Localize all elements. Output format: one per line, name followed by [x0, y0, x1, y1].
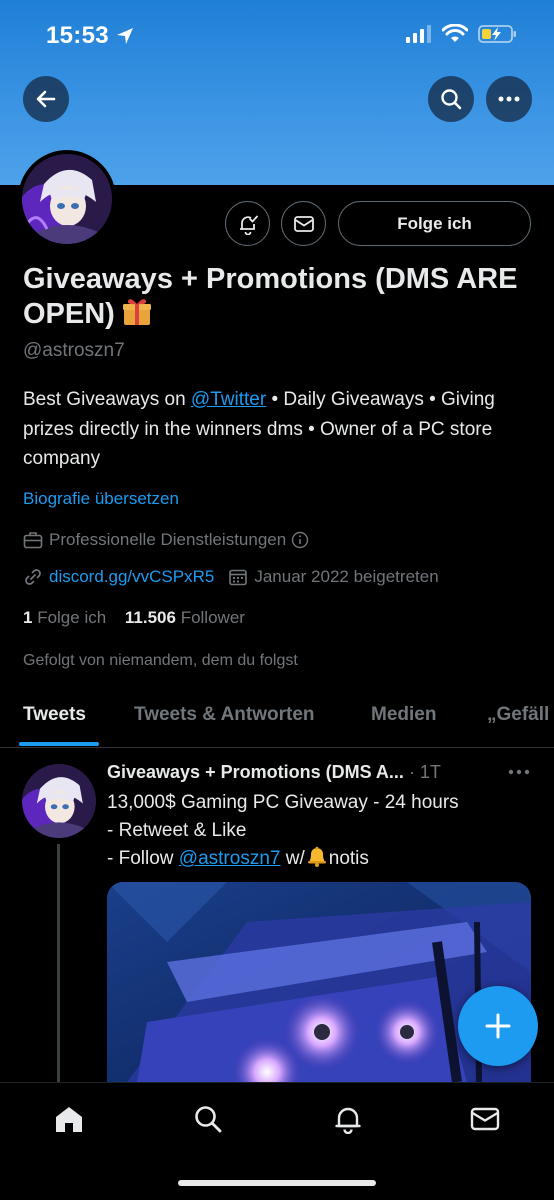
tweet-more-button[interactable] — [508, 762, 530, 780]
followers-count: 11.506 — [124, 608, 176, 627]
search-icon — [441, 89, 462, 110]
calendar-icon — [229, 569, 248, 586]
profile-stats: 1 Folge ich 11.506 Follower — [23, 608, 245, 628]
joined-date: Januar 2022 beigetreten — [254, 567, 439, 586]
nav-messages[interactable] — [467, 1101, 503, 1137]
message-button[interactable] — [281, 201, 326, 246]
display-name-text: Giveaways + Promotions (DMS ARE OPEN) — [23, 263, 518, 330]
bio-mention-link[interactable]: @Twitter — [191, 389, 266, 410]
briefcase-icon — [23, 532, 43, 549]
more-button[interactable] — [486, 76, 532, 122]
avatar-image — [22, 154, 112, 244]
tab-media[interactable]: Medien — [371, 704, 436, 726]
status-indicators — [406, 24, 518, 44]
following-stat[interactable]: 1 Folge ich — [23, 608, 106, 627]
back-button[interactable] — [23, 76, 69, 122]
home-indicator[interactable] — [178, 1180, 376, 1186]
tweet-author-name[interactable]: Giveaways + Promotions (DMS A... — [107, 762, 404, 782]
tweet-mention-link[interactable]: @astroszn7 — [179, 848, 281, 869]
tab-tweets[interactable]: Tweets — [23, 704, 86, 726]
cellular-signal-icon — [406, 25, 431, 43]
profile-avatar[interactable] — [18, 150, 116, 248]
tweet-header: Giveaways + Promotions (DMS A... · 1T — [107, 762, 502, 783]
tweet-line: - Retweet & Like — [107, 820, 247, 841]
thread-line — [57, 844, 60, 1084]
bell-check-icon — [239, 215, 258, 235]
gift-emoji — [122, 299, 151, 325]
plus-icon — [485, 1013, 511, 1039]
nav-search[interactable] — [190, 1101, 226, 1137]
tab-likes[interactable]: „Gefäll — [487, 704, 549, 726]
followers-stat[interactable]: 11.506 Follower — [125, 608, 245, 627]
tweet-avatar[interactable] — [22, 764, 96, 838]
profile-bio: Best Giveaways on @Twitter • Daily Givea… — [23, 385, 538, 474]
tweet-time: · 1T — [403, 762, 441, 782]
bell-emoji — [307, 846, 326, 867]
info-icon[interactable] — [291, 531, 309, 549]
website-link[interactable]: discord.gg/vvCSPxR5 — [49, 567, 214, 587]
status-bar: 15:53 — [0, 0, 554, 70]
profile-meta-links: discord.gg/vvCSPxR5 Januar 2022 beigetre… — [23, 567, 439, 587]
tweet-text: 13,000$ Gaming PC Giveaway - 24 hours - … — [107, 789, 537, 873]
notifications-toggle-button[interactable] — [225, 201, 270, 246]
tab-tweets-replies[interactable]: Tweets & Antworten — [134, 704, 315, 726]
tweet-line-suffix: notis — [328, 848, 369, 869]
envelope-icon — [293, 215, 314, 232]
followed-by-text: Gefolgt von niemandem, dem du folgst — [23, 652, 298, 669]
category-text: Professionelle Dienstleistungen — [49, 530, 287, 549]
envelope-icon — [470, 1107, 500, 1131]
tweet-line: - Follow @astroszn7 w/ notis — [107, 845, 537, 873]
followers-label: Follower — [175, 608, 245, 627]
home-icon — [56, 1107, 82, 1132]
bell-icon — [335, 1107, 361, 1134]
wifi-icon — [442, 24, 468, 42]
nav-home[interactable] — [51, 1101, 87, 1137]
profile-tabs: Tweets Tweets & Antworten Medien „Gefäll — [0, 690, 554, 748]
following-label: Folge ich — [32, 608, 107, 627]
battery-charging-icon — [478, 25, 516, 43]
translate-bio-link[interactable]: Biografie übersetzen — [23, 489, 179, 509]
link-icon — [25, 569, 41, 585]
following-button[interactable]: Folge ich — [338, 201, 531, 246]
profile-category: Professionelle Dienstleistungen — [23, 530, 315, 550]
tweet-line-mid: w/ — [280, 848, 305, 869]
bio-text: Best Giveaways on — [23, 389, 191, 410]
tweet-line: 13,000$ Gaming PC Giveaway - 24 hours — [107, 792, 459, 813]
more-horizontal-icon — [498, 96, 520, 102]
location-arrow-icon — [117, 28, 133, 44]
compose-tweet-button[interactable] — [458, 986, 538, 1066]
profile-handle: @astroszn7 — [23, 340, 125, 361]
avatar-image — [22, 764, 96, 838]
nav-notifications[interactable] — [330, 1101, 366, 1137]
arrow-left-icon — [36, 90, 56, 108]
search-icon — [195, 1106, 222, 1133]
active-tab-indicator — [19, 742, 99, 746]
search-button[interactable] — [428, 76, 474, 122]
tweet-line-prefix: - Follow — [107, 848, 179, 869]
status-time: 15:53 — [46, 22, 109, 49]
profile-display-name: Giveaways + Promotions (DMS ARE OPEN) — [23, 262, 523, 331]
more-horizontal-icon — [508, 769, 530, 775]
